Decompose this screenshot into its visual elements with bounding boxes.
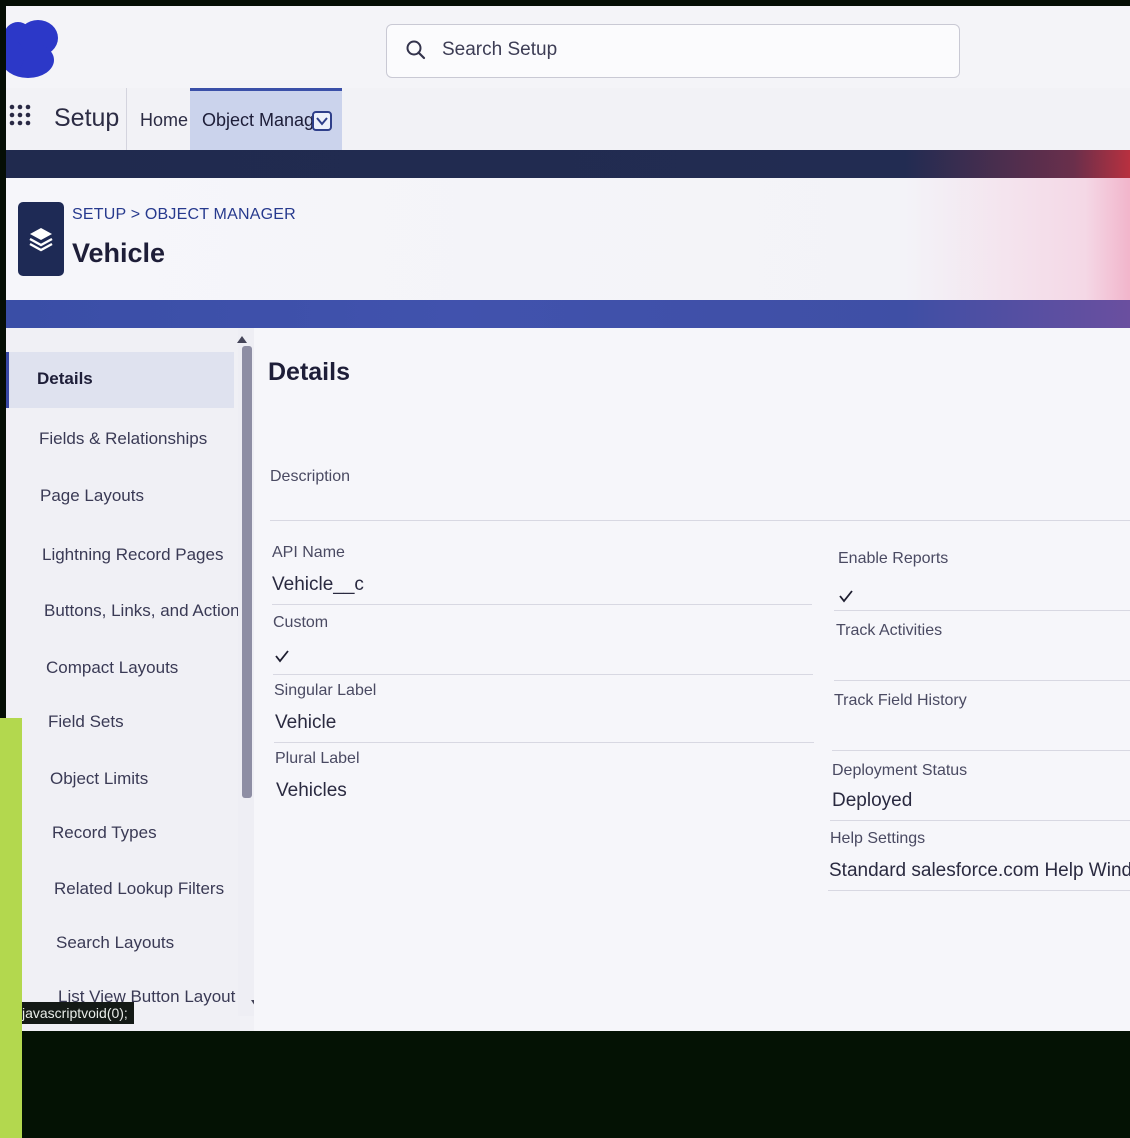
app-name: Setup bbox=[54, 104, 120, 132]
sidebar-item-search-layouts[interactable]: Search Layouts bbox=[6, 916, 234, 972]
sidebar-item-buttons-links-actions[interactable]: Buttons, Links, and Actions bbox=[6, 584, 248, 640]
tab-object-manager-label: Object Manager bbox=[202, 110, 331, 130]
sidebar-item-label: Details bbox=[37, 369, 93, 388]
divider bbox=[272, 604, 812, 605]
sidebar-item-fields-relationships[interactable]: Fields & Relationships bbox=[6, 412, 234, 468]
deployment-status-value: Deployed bbox=[832, 790, 913, 811]
sidebar-item-label: Lightning Record Pages bbox=[42, 545, 224, 564]
sidebar-item-page-layouts[interactable]: Page Layouts bbox=[6, 469, 234, 525]
sidebar-item-label: Field Sets bbox=[48, 712, 124, 731]
sidebar-item-compact-layouts[interactable]: Compact Layouts bbox=[6, 641, 234, 697]
sidebar-item-details[interactable]: Details bbox=[6, 352, 234, 408]
singular-label-label: Singular Label bbox=[274, 682, 377, 699]
divider bbox=[274, 742, 814, 743]
breadcrumb[interactable]: SETUP > OBJECT MANAGER bbox=[72, 206, 296, 224]
sidebar-item-related-lookup-filters[interactable]: Related Lookup Filters bbox=[6, 862, 234, 918]
custom-label: Custom bbox=[273, 614, 329, 631]
checkmark-icon bbox=[838, 588, 854, 604]
layers-icon bbox=[18, 202, 64, 276]
monitor-bezel bbox=[0, 1031, 1130, 1138]
help-settings-label: Help Settings bbox=[830, 830, 926, 847]
api-name-label: API Name bbox=[272, 544, 345, 561]
divider bbox=[828, 890, 1130, 891]
divider bbox=[273, 674, 813, 675]
sidebar-scroll-thumb[interactable] bbox=[242, 346, 252, 798]
checkmark-icon bbox=[274, 648, 290, 664]
sidebar-item-record-types[interactable]: Record Types bbox=[6, 806, 234, 862]
plural-label-value: Vehicles bbox=[276, 780, 347, 801]
sidebar-item-field-sets[interactable]: Field Sets bbox=[6, 695, 234, 751]
header-band bbox=[6, 150, 1130, 178]
search-icon bbox=[405, 39, 427, 61]
track-field-history-label: Track Field History bbox=[834, 692, 967, 709]
decorative-band bbox=[6, 300, 1130, 328]
sidebar-item-label: Page Layouts bbox=[40, 486, 144, 505]
page-title: Vehicle bbox=[72, 238, 166, 268]
tab-home[interactable]: Home bbox=[140, 110, 188, 131]
app-launcher-icon[interactable] bbox=[9, 104, 33, 128]
sidebar-item-lightning-record-pages[interactable]: Lightning Record Pages bbox=[6, 528, 234, 584]
sidebar-item-label: Related Lookup Filters bbox=[54, 879, 225, 898]
divider bbox=[834, 610, 1130, 611]
enable-reports-label: Enable Reports bbox=[838, 550, 949, 567]
description-label: Description bbox=[270, 468, 351, 485]
global-header: Search Setup bbox=[6, 6, 1130, 89]
page-header: SETUP > OBJECT MANAGER Vehicle bbox=[6, 178, 1130, 300]
sidebar-item-label: Fields & Relationships bbox=[39, 429, 208, 448]
sidebar-item-label: Record Types bbox=[52, 823, 157, 842]
sidebar-item-label: Search Layouts bbox=[56, 933, 175, 952]
app-nav-bar: Setup Home Object Manager bbox=[6, 88, 1130, 150]
sidebar-item-label: Compact Layouts bbox=[46, 658, 179, 677]
details-heading: Details bbox=[268, 358, 350, 386]
cloud-logo[interactable] bbox=[6, 16, 60, 82]
sidebar-item-object-limits[interactable]: Object Limits bbox=[6, 752, 234, 808]
nav-divider bbox=[126, 88, 127, 150]
plural-label-label: Plural Label bbox=[275, 750, 360, 767]
help-settings-value: Standard salesforce.com Help Window bbox=[829, 860, 1130, 881]
screen: Search Setup Setup Home Object Manager S… bbox=[6, 6, 1130, 1031]
status-bar-url: javascriptvoid(0); bbox=[16, 1002, 134, 1024]
search-input[interactable]: Search Setup bbox=[386, 24, 960, 78]
singular-label-value: Vehicle bbox=[275, 712, 337, 733]
tab-object-manager[interactable]: Object Manager bbox=[190, 88, 342, 150]
search-placeholder: Search Setup bbox=[442, 39, 558, 60]
divider bbox=[830, 820, 1130, 821]
divider bbox=[834, 680, 1130, 681]
divider bbox=[832, 750, 1130, 751]
divider bbox=[270, 520, 1130, 521]
object-sidebar: Details Fields & Relationships Page Layo… bbox=[6, 328, 248, 1031]
sidebar-item-label: Buttons, Links, and Actions bbox=[44, 601, 249, 620]
details-panel: Details Description API Name Vehicle__c … bbox=[254, 328, 1130, 1031]
deployment-status-label: Deployment Status bbox=[832, 762, 968, 779]
scroll-up-icon[interactable] bbox=[236, 332, 248, 343]
track-activities-label: Track Activities bbox=[836, 622, 943, 639]
sidebar-item-label: Object Limits bbox=[50, 769, 149, 788]
api-name-value: Vehicle__c bbox=[272, 574, 364, 595]
chevron-down-icon[interactable] bbox=[312, 111, 332, 131]
green-accent-bar bbox=[0, 718, 22, 1138]
